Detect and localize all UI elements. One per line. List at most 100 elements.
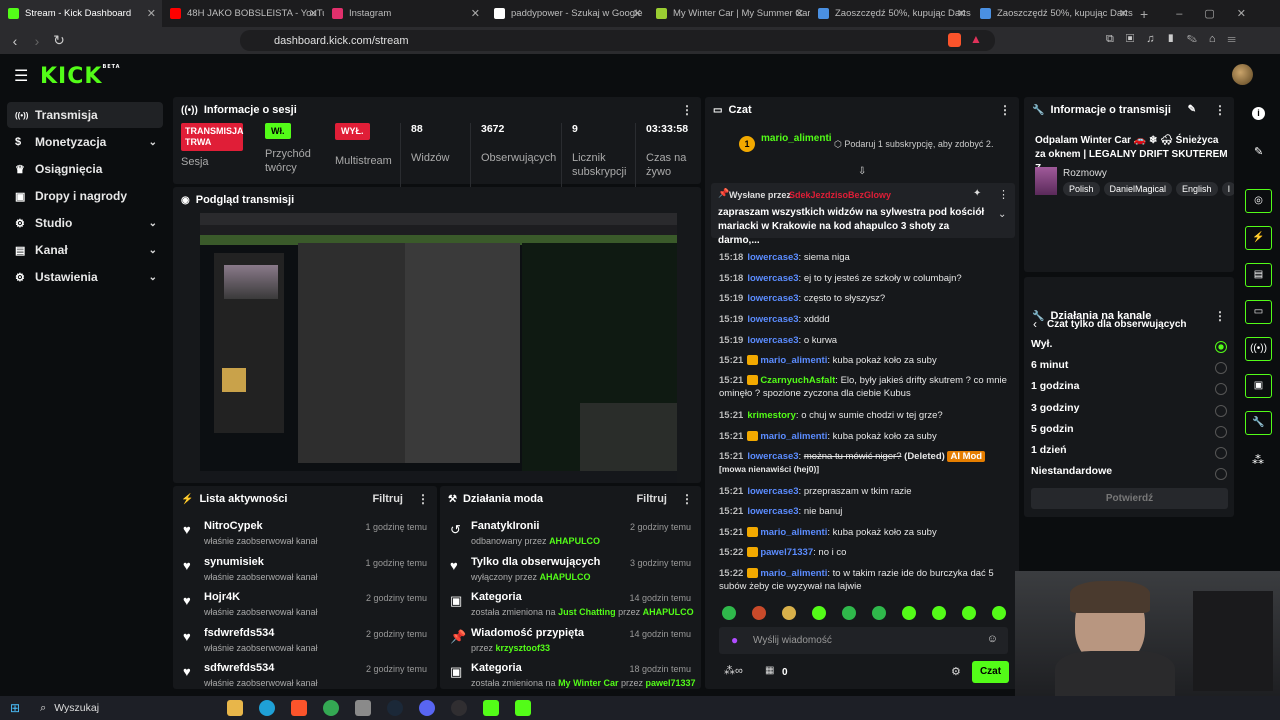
stream-video[interactable] xyxy=(200,213,677,483)
chat-message[interactable]: 15:21 mario_alimenti: kuba pokaż koło za … xyxy=(719,430,1009,443)
chat-username[interactable]: lowercase3 xyxy=(747,335,798,346)
edge-icon[interactable] xyxy=(259,700,276,716)
chevron-down-icon[interactable]: ⌄ xyxy=(149,137,157,148)
radio-button[interactable] xyxy=(1215,425,1227,438)
activity-user[interactable]: NitroCypek xyxy=(204,520,263,532)
brave-rewards-icon[interactable]: ▲ xyxy=(970,32,982,46)
confirm-button[interactable]: Potwierdź xyxy=(1031,488,1228,509)
chat-message[interactable]: 15:18 lowercase3: siema niga xyxy=(719,251,1009,264)
emoji-icon[interactable]: ☺ xyxy=(987,633,998,645)
radio-button[interactable] xyxy=(1215,341,1227,353)
chat-message[interactable]: 15:19 lowercase3: często to słyszysz? xyxy=(719,292,1009,305)
close-icon[interactable]: ✕ xyxy=(309,7,318,20)
chevron-down-icon[interactable]: ⌄ xyxy=(149,272,157,283)
search-icon[interactable]: ⌕ xyxy=(40,702,46,715)
info-icon[interactable]: i xyxy=(1252,107,1265,120)
mod-action-item[interactable]: ▣ Kategoria została zmieniona na My Winter… xyxy=(440,660,701,689)
pinned-message[interactable]: 📌 Wysłane przez SdekJezdzisoBezGlowy ✦ ⋮… xyxy=(711,183,1015,246)
browser-tab[interactable]: Zaoszczędź 50%, kupując Darts Up ✕ xyxy=(972,0,1134,27)
edit-icon[interactable]: ✎ xyxy=(1188,104,1196,115)
browser-tab[interactable]: paddypower - Szukaj w Google ✕ xyxy=(486,0,648,27)
chat-message[interactable]: 15:21 mario_alimenti: kuba pokaż koło za … xyxy=(719,354,1009,367)
mod-action-item[interactable]: 📌 Wiadomość przypięta przez krzysztoof33 14… xyxy=(440,625,701,661)
pencil-icon[interactable]: ✎ xyxy=(1254,145,1263,158)
sidebar-item-dropy-i-nagrody[interactable]: ▣ Dropy i nagrody xyxy=(7,183,163,209)
chat-message[interactable]: 15:19 lowercase3: o kurwa xyxy=(719,334,1009,347)
sidebar-item-kanał[interactable]: ▤ Kanał ⌄ xyxy=(7,237,163,263)
chat-message[interactable]: 15:22 pawel71337: no i co xyxy=(719,546,1009,559)
close-icon[interactable]: ✕ xyxy=(147,7,156,20)
filter-button[interactable]: Filtruj xyxy=(636,493,667,505)
stream-tag[interactable]: English xyxy=(1176,182,1218,196)
new-tab-button[interactable]: + xyxy=(1140,6,1148,22)
stream-tag[interactable]: I xyxy=(1221,182,1234,196)
chat-username[interactable]: lowercase3 xyxy=(747,273,798,284)
emote-icon[interactable] xyxy=(782,606,796,620)
top-gifter-name[interactable]: mario_alimenti xyxy=(761,133,832,144)
forward-icon[interactable]: › xyxy=(26,33,48,49)
browser-tab[interactable]: Zaoszczędź 50%, kupując Darts and✕ xyxy=(810,0,972,27)
rail-lightning-icon[interactable]: ⚡ xyxy=(1245,226,1272,250)
browser-tab[interactable]: Stream - Kick Dashboard ✕ xyxy=(0,0,162,27)
chat-username[interactable]: lowercase3 xyxy=(747,506,798,517)
chat-message[interactable]: 15:19 lowercase3: xdddd xyxy=(719,313,1009,326)
back-icon[interactable]: ‹ xyxy=(4,33,26,49)
game-icon[interactable] xyxy=(483,700,500,716)
emote-icon[interactable] xyxy=(842,606,856,620)
chat-username[interactable]: mario_alimenti xyxy=(760,431,827,442)
obs-icon[interactable] xyxy=(451,700,468,716)
mod-action-item[interactable]: ↺ FanatykIronii odbanowany przez AHAPULCO 2… xyxy=(440,518,701,554)
chevron-down-icon[interactable]: ⌄ xyxy=(149,218,157,229)
mod-action-item[interactable]: ♥ Tylko dla obserwujących wyłączony przez … xyxy=(440,554,701,590)
mod-action-by[interactable]: AHAPULCO xyxy=(549,536,600,546)
chat-message[interactable]: 15:21 CzarnyuchAsfalt: Elo, były jakieś d… xyxy=(719,374,1009,400)
kick-app-icon[interactable] xyxy=(515,700,532,716)
back-chevron-icon[interactable]: ‹ xyxy=(1033,317,1037,331)
emote-icon[interactable] xyxy=(752,606,766,620)
chat-message[interactable]: 15:21 mario_alimenti: kuba pokaż koło za … xyxy=(719,526,1009,539)
more-options-icon[interactable]: ⋮ xyxy=(1214,309,1226,323)
brave-icon[interactable] xyxy=(291,700,308,716)
emote-icon[interactable] xyxy=(962,606,976,620)
activity-user[interactable]: fsdwrefds534 xyxy=(204,627,274,639)
chat-username[interactable]: krimestory xyxy=(747,410,796,421)
activity-user[interactable]: synumisiek xyxy=(204,556,264,568)
radio-option[interactable]: 6 minut xyxy=(1031,359,1229,379)
mod-action-item[interactable]: ▣ Kategoria została zmieniona na Just Chat… xyxy=(440,589,701,625)
rail-layout-icon[interactable]: ▣ xyxy=(1245,374,1272,398)
sidebar-item-ustawienia[interactable]: ⚙ Ustawienia ⌄ xyxy=(7,264,163,290)
chat-username[interactable]: lowercase3 xyxy=(747,314,798,325)
radio-option[interactable]: 1 dzień xyxy=(1031,444,1229,464)
reload-icon[interactable]: ↻ xyxy=(48,32,70,49)
chat-message[interactable]: 15:21 lowercase3: można tu mówić niger? (… xyxy=(719,450,1009,476)
activity-user[interactable]: Hojr4K xyxy=(204,591,240,603)
app-icon[interactable] xyxy=(355,700,372,716)
chat-message[interactable]: 15:18 lowercase3: ej to ty jesteś ze szko… xyxy=(719,272,1009,285)
chat-message[interactable]: 15:21 lowercase3: przepraszam w tkim razi… xyxy=(719,485,1009,498)
rail-camera-icon[interactable]: ◎ xyxy=(1245,189,1272,213)
rail-chat-icon[interactable]: ▭ xyxy=(1245,300,1272,324)
filter-button[interactable]: Filtruj xyxy=(372,493,403,505)
browser-tab[interactable]: 48H JAKO BOBSLEISTA - YouTube ✕ xyxy=(162,0,324,27)
emote-icon[interactable] xyxy=(812,606,826,620)
radio-option[interactable]: 3 godziny xyxy=(1031,402,1229,422)
more-options-icon[interactable]: ⋮ xyxy=(681,103,693,117)
radio-option[interactable]: 1 godzina xyxy=(1031,380,1229,400)
mod-action-category[interactable]: Just Chatting xyxy=(558,607,616,617)
emote-icon[interactable] xyxy=(932,606,946,620)
windows-start-icon[interactable]: ⊞ xyxy=(10,701,20,715)
window-controls[interactable]: –▢✕ xyxy=(1176,7,1268,20)
extensions-icons[interactable]: ⧉▣♫▮✎⌂☰ xyxy=(1106,33,1248,46)
rail-points-icon[interactable]: ⁂ xyxy=(1252,453,1264,467)
mod-action-by[interactable]: krzysztoof33 xyxy=(496,643,551,653)
emote-icon[interactable] xyxy=(722,606,736,620)
radio-option[interactable]: 5 godzin xyxy=(1031,423,1229,443)
pinned-by-user[interactable]: SdekJezdzisoBezGlowy xyxy=(789,190,891,200)
radio-button[interactable] xyxy=(1215,404,1227,417)
radio-option[interactable]: Niestandardowe xyxy=(1031,465,1229,485)
category-name[interactable]: Rozmowy xyxy=(1063,168,1107,179)
activity-item[interactable]: ♥ synumisiek właśnie zaobserwował kanał 1 g… xyxy=(173,554,437,590)
more-options-icon[interactable]: ⋮ xyxy=(1214,103,1226,117)
chat-input[interactable]: ● Wyślij wiadomość ☺ xyxy=(719,627,1008,654)
chat-username[interactable]: mario_alimenti xyxy=(760,355,827,366)
